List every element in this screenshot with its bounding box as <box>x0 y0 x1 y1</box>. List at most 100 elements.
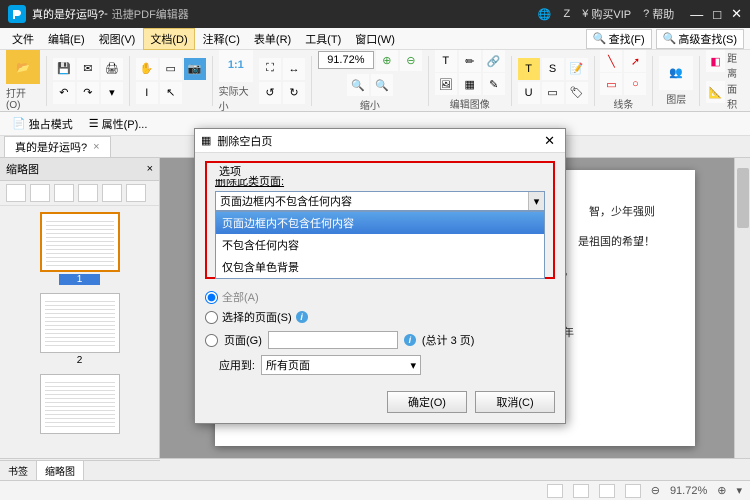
delete-type-combo[interactable]: ▾ 页面边框内不包含任何内容 不包含任何内容 仅包含单色背景 <box>215 191 545 211</box>
strike-icon[interactable]: S <box>542 58 564 80</box>
find-button[interactable]: 🔍查找(F) <box>586 29 652 49</box>
view-mode-4-icon[interactable] <box>625 484 641 498</box>
combo-dropdown-icon[interactable]: ▾ <box>528 192 544 210</box>
thumbnail-1[interactable]: 1 <box>35 212 125 285</box>
document-tab[interactable]: 真的是好运吗? × <box>4 136 111 157</box>
undo-icon[interactable]: ↶ <box>53 82 75 104</box>
image-icon[interactable]: 🖼 <box>435 73 457 95</box>
globe-icon[interactable]: 🌐 <box>538 8 552 21</box>
underline-icon[interactable]: U <box>518 82 540 104</box>
thumbnail-2[interactable]: 2 <box>35 293 125 366</box>
print-icon[interactable]: 🖨 <box>101 58 123 80</box>
stamp-icon[interactable]: 🏷 <box>566 82 588 104</box>
thumb-tool-6[interactable] <box>126 184 146 202</box>
radio-all[interactable] <box>205 291 218 304</box>
zoom-input[interactable] <box>318 51 374 69</box>
tab-close-icon[interactable]: × <box>93 141 99 153</box>
thumb-tool-1[interactable] <box>6 184 26 202</box>
cursor-icon[interactable]: ↖ <box>160 82 182 104</box>
cancel-button[interactable]: 取消(C) <box>475 391 555 413</box>
dialog-close-button[interactable]: ✕ <box>540 133 559 149</box>
buy-vip-button[interactable]: ¥ 购买VIP <box>582 6 631 22</box>
thumb-tool-2[interactable] <box>30 184 50 202</box>
info-icon-2[interactable]: i <box>404 334 416 346</box>
rect-icon[interactable]: ▭ <box>600 73 622 95</box>
layers-button[interactable]: 👥 <box>659 56 693 90</box>
thumb-tool-5[interactable] <box>102 184 122 202</box>
thumb-tool-3[interactable] <box>54 184 74 202</box>
redo-icon[interactable]: ↷ <box>77 82 99 104</box>
delete-type-input[interactable] <box>215 191 545 211</box>
open-button[interactable]: 📂 <box>6 50 40 84</box>
rotate-left-icon[interactable]: ↺ <box>259 82 281 104</box>
link-icon[interactable]: 🔗 <box>483 50 505 72</box>
thumbnail-3[interactable] <box>35 374 125 434</box>
status-zoom-in-icon[interactable]: ⊕ <box>717 484 726 497</box>
view-mode-1-icon[interactable] <box>547 484 563 498</box>
pages-input[interactable] <box>268 331 398 349</box>
eraser-icon[interactable]: ◧ <box>706 50 725 72</box>
status-zoom-out-icon[interactable]: ⊖ <box>651 484 660 497</box>
status-zoom-dropdown-icon[interactable]: ▾ <box>736 484 742 497</box>
save-icon[interactable]: 💾 <box>53 58 75 80</box>
menu-window[interactable]: 窗口(W) <box>349 29 401 49</box>
edit-text-icon[interactable]: T <box>435 50 457 72</box>
form-icon[interactable]: ▦ <box>459 73 481 95</box>
apply-to-select[interactable]: 所有页面 ▾ <box>261 355 421 375</box>
radio-selected[interactable] <box>205 311 218 324</box>
fit-page-icon[interactable]: ⛶ <box>259 58 281 80</box>
info-icon[interactable]: i <box>296 311 308 323</box>
option-no-content[interactable]: 不包含任何内容 <box>216 234 544 256</box>
tab-thumbnails[interactable]: 缩略图 <box>37 461 84 480</box>
more-icon[interactable]: ▾ <box>101 82 123 104</box>
real-size-button[interactable]: 1:1 <box>219 50 253 82</box>
hand-icon[interactable]: ✋ <box>136 58 158 80</box>
help-button[interactable]: ? 帮助 <box>643 6 674 22</box>
maximize-button[interactable]: □ <box>713 7 721 22</box>
tab-bookmark[interactable]: 书签 <box>0 461 37 480</box>
thumbnails-panel[interactable]: 1 2 <box>0 206 159 458</box>
snapshot-icon[interactable]: 📷 <box>184 58 206 80</box>
menu-tools[interactable]: 工具(T) <box>299 29 347 49</box>
exclusive-mode-button[interactable]: 📄 独占模式 <box>8 115 77 133</box>
text-select-icon[interactable]: I <box>136 82 158 104</box>
zoom-tool-icon[interactable]: 🔍 <box>347 74 369 96</box>
user-label[interactable]: Z <box>564 8 571 20</box>
view-mode-2-icon[interactable] <box>573 484 589 498</box>
adv-find-button[interactable]: 🔍高级查找(S) <box>656 29 744 49</box>
dialog-titlebar[interactable]: ▦ 删除空白页 ✕ <box>195 129 565 153</box>
menu-document[interactable]: 文档(D) <box>143 28 194 50</box>
close-button[interactable]: ✕ <box>731 6 742 22</box>
sign-icon[interactable]: ✎ <box>483 73 505 95</box>
circle-icon[interactable]: ○ <box>624 73 646 95</box>
zoom-in-icon[interactable]: ⊕ <box>376 50 398 71</box>
thumb-tool-4[interactable] <box>78 184 98 202</box>
menu-edit[interactable]: 编辑(E) <box>42 29 91 49</box>
minimize-button[interactable]: — <box>690 7 703 22</box>
rotate-right-icon[interactable]: ↻ <box>283 82 305 104</box>
zoom-out-icon[interactable]: ⊖ <box>400 50 422 71</box>
edit-object-icon[interactable]: ✏ <box>459 50 481 72</box>
properties-button[interactable]: ☰ 属性(P)... <box>85 115 152 133</box>
menu-view[interactable]: 视图(V) <box>93 29 142 49</box>
line-icon[interactable]: ╲ <box>600 50 622 72</box>
option-solid-bg[interactable]: 仅包含单色背景 <box>216 256 544 278</box>
mail-icon[interactable]: ✉ <box>77 58 99 80</box>
vertical-scrollbar[interactable] <box>734 158 750 458</box>
select-icon[interactable]: ▭ <box>160 58 182 80</box>
sidebar-close-icon[interactable]: × <box>147 163 153 175</box>
view-mode-3-icon[interactable] <box>599 484 615 498</box>
arrow-icon[interactable]: ➚ <box>624 50 646 72</box>
menu-form[interactable]: 表单(R) <box>248 29 297 49</box>
note-icon[interactable]: 📝 <box>566 58 588 80</box>
measure-icon[interactable]: 📐 <box>706 81 725 103</box>
highlight-icon[interactable]: T <box>518 58 540 80</box>
textbox-icon[interactable]: ▭ <box>542 82 564 104</box>
menu-file[interactable]: 文件 <box>6 29 40 49</box>
option-bbox-empty[interactable]: 页面边框内不包含任何内容 <box>216 212 544 234</box>
ok-button[interactable]: 确定(O) <box>387 391 467 413</box>
menu-comment[interactable]: 注释(C) <box>197 29 246 49</box>
fit-width-icon[interactable]: ↔ <box>283 58 305 80</box>
marquee-zoom-icon[interactable]: 🔍 <box>371 74 393 96</box>
radio-pages[interactable] <box>205 334 218 347</box>
